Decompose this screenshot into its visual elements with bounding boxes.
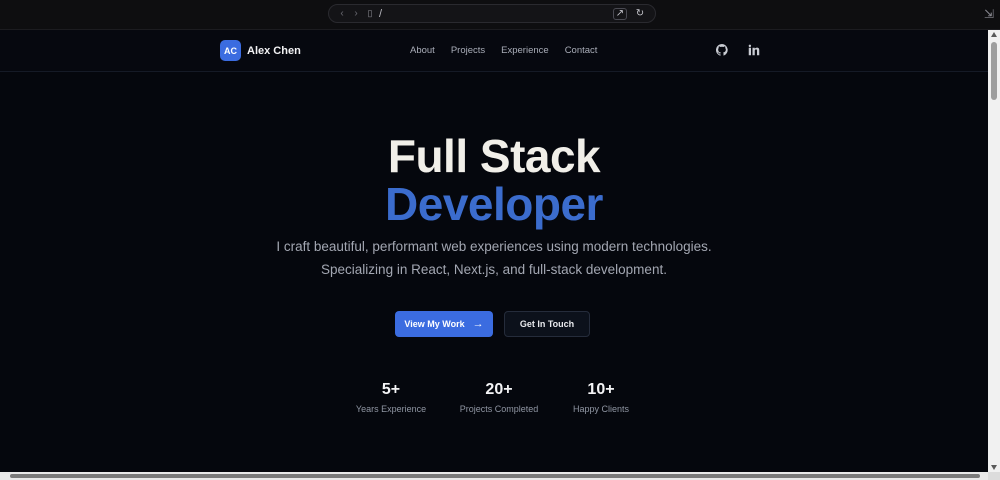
hero-subtitle-line2: Specializing in React, Next.js, and full… xyxy=(321,262,667,277)
forward-icon[interactable]: › xyxy=(349,8,363,19)
stat-label: Happy Clients xyxy=(572,404,630,414)
logo-badge: AC xyxy=(220,40,241,61)
portfolio-page: AC Alex Chen About Projects Experience C… xyxy=(0,30,988,472)
vertical-scroll-thumb[interactable] xyxy=(991,42,997,100)
view-my-work-label: View My Work xyxy=(404,319,465,329)
logo-name: Alex Chen xyxy=(247,44,301,57)
back-icon[interactable]: ‹ xyxy=(335,8,349,19)
stat-value: 10+ xyxy=(587,381,615,398)
scroll-up-icon[interactable] xyxy=(991,32,997,37)
vertical-scrollbar[interactable] xyxy=(988,30,1000,472)
address-bar[interactable]: ‹ › ▯ / ↗ ↻ xyxy=(328,4,656,23)
scroll-down-icon[interactable] xyxy=(991,465,997,470)
stat-label: Projects Completed xyxy=(459,404,539,414)
github-icon[interactable] xyxy=(715,43,729,57)
scrollbar-corner xyxy=(988,472,1000,480)
nav-link-contact[interactable]: Contact xyxy=(565,45,598,56)
page-icon: ▯ xyxy=(367,8,373,18)
logo[interactable]: AC Alex Chen xyxy=(220,40,301,61)
nav-link-experience[interactable]: Experience xyxy=(501,45,549,56)
stat-clients: 10+ Happy Clients xyxy=(546,381,656,414)
stat-projects: 20+ Projects Completed xyxy=(444,381,554,414)
horizontal-scroll-thumb[interactable] xyxy=(10,474,980,478)
hero-title-line2: Developer xyxy=(385,178,603,230)
url-text[interactable]: / xyxy=(379,8,613,20)
nav-links: About Projects Experience Contact xyxy=(410,45,597,56)
open-in-icon[interactable]: ↗ xyxy=(613,7,627,20)
hero-subtitle-line1: I craft beautiful, performant web experi… xyxy=(276,239,712,254)
stat-years: 5+ Years Experience xyxy=(336,381,446,414)
linkedin-icon[interactable] xyxy=(747,43,761,57)
get-in-touch-button[interactable]: Get In Touch xyxy=(504,311,590,337)
arrow-right-icon: → xyxy=(472,318,484,330)
nav-link-about[interactable]: About xyxy=(410,45,435,56)
stat-value: 20+ xyxy=(485,381,513,398)
browser-toolbar: ‹ › ▯ / ↗ ↻ ⇲ xyxy=(0,0,1000,30)
view-my-work-button[interactable]: View My Work → xyxy=(395,311,493,337)
site-header: AC Alex Chen About Projects Experience C… xyxy=(0,30,988,72)
hero-title-line1: Full Stack xyxy=(387,130,601,182)
horizontal-scrollbar[interactable] xyxy=(0,472,988,480)
stat-label: Years Experience xyxy=(355,404,427,414)
collapse-icon[interactable]: ⇲ xyxy=(984,7,994,21)
reload-icon[interactable]: ↻ xyxy=(631,7,649,21)
stat-value: 5+ xyxy=(381,381,401,398)
nav-link-projects[interactable]: Projects xyxy=(451,45,485,56)
